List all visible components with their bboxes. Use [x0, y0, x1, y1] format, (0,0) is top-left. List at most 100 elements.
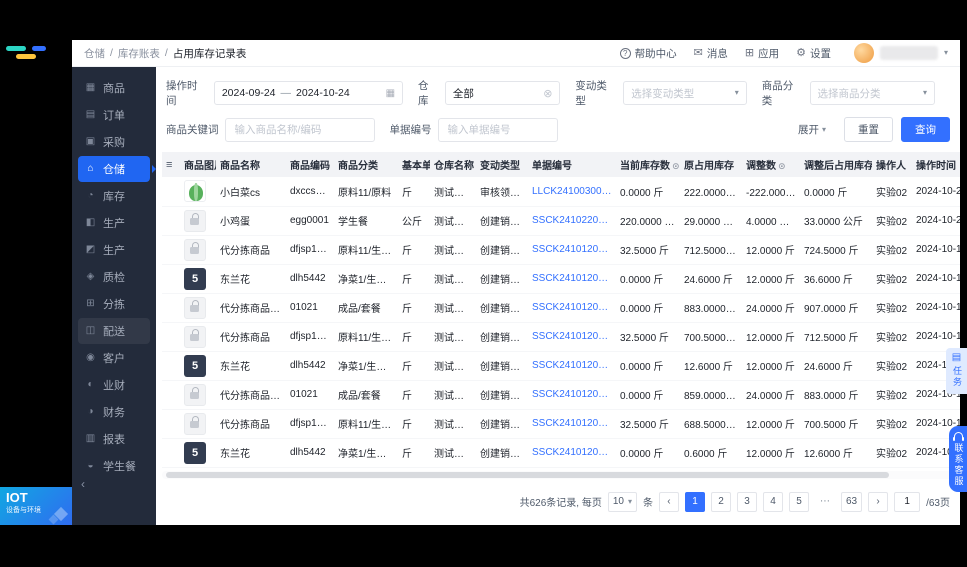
cell-change-type: 创建销售出库	[476, 264, 528, 294]
cell-adjust-qty: -222.0000 斤	[742, 177, 800, 207]
sidebar-item-purchase[interactable]: ▣ 采购	[78, 129, 150, 155]
column-header: 操作人	[872, 152, 912, 177]
cell-doc-no[interactable]: SSCK24101200002	[528, 409, 616, 439]
row-select-cell	[162, 235, 180, 265]
page-button[interactable]: 1	[684, 491, 705, 512]
page-button[interactable]: 3	[736, 491, 757, 512]
cell-after-occupied: 712.5000 斤	[800, 322, 872, 352]
iot-logo: IOT 设备与环境	[0, 487, 72, 525]
doc-no-input[interactable]	[445, 122, 550, 137]
iot-title: IOT	[6, 490, 28, 505]
task-panel-tab[interactable]: ▤ 任务	[946, 348, 967, 394]
date-to-value[interactable]: 2024-10-24	[296, 87, 350, 99]
cell-doc-no[interactable]: SSCK24101200003	[528, 322, 616, 352]
keyword-input[interactable]	[232, 122, 367, 137]
sidebar-collapse-icon[interactable]: ‹	[81, 477, 85, 491]
task-tab-label: 任务	[952, 366, 962, 388]
cell-unit: 公斤	[398, 206, 430, 236]
warehouse-select[interactable]: 全部 ⊗	[444, 81, 561, 105]
doc-no-input-box	[437, 117, 558, 142]
product-image-cell	[180, 206, 216, 236]
page-size-select[interactable]: 10 ▾	[607, 491, 637, 512]
expand-toggle[interactable]: 展开 ▾	[798, 122, 826, 137]
cell-operator: 实验02	[872, 235, 912, 265]
cell-doc-no[interactable]: SSCK24101200002	[528, 380, 616, 410]
breadcrumb-item[interactable]: 库存账表	[118, 46, 160, 61]
scrollbar-thumb[interactable]	[166, 471, 889, 478]
date-from-value[interactable]: 2024-09-24	[222, 87, 276, 99]
clear-icon[interactable]: ⊗	[543, 87, 552, 100]
cell-category: 净菜1/生鲜shu菜类...	[334, 264, 398, 294]
sidebar-item-sorting[interactable]: ⊞ 分拣	[78, 291, 150, 317]
sidebar-item-reports[interactable]: ▥ 报表	[78, 426, 150, 452]
table-row: 代分拣商品-单位换算01021成品/套餐斤测试仓库5创建销售出库SSCK2410…	[162, 380, 960, 410]
sidebar-item-inventory[interactable]: ◔ 库存	[78, 183, 150, 209]
inventory-icon: ◔	[87, 190, 94, 201]
page-button[interactable]: 4	[762, 491, 783, 512]
page-button[interactable]: 2	[710, 491, 731, 512]
sidebar-item-finance[interactable]: ◑ 财务	[78, 399, 150, 425]
change-type-select[interactable]: 选择变动类型 ▾	[623, 81, 747, 105]
next-page-button[interactable]: ›	[868, 491, 889, 512]
prev-page-button[interactable]: ‹	[658, 491, 679, 512]
sidebar-item-production-alt[interactable]: ◩ 生产	[78, 237, 150, 263]
sidebar-item-goods[interactable]: ▦ 商品	[78, 75, 150, 101]
cell-change-type: 创建销售出库	[476, 293, 528, 323]
help-center-button[interactable]: ? 帮助中心	[619, 46, 677, 61]
sidebar-item-customers[interactable]: ◉ 客户	[78, 345, 150, 371]
product-image-number: 5	[184, 354, 206, 377]
reset-button[interactable]: 重置	[844, 117, 893, 142]
filter-icon[interactable]: ⊙	[672, 161, 680, 171]
cell-doc-no[interactable]: SSCK24101200004	[528, 235, 616, 265]
page-button[interactable]: 63	[840, 491, 863, 512]
column-header-label: 商品图片	[184, 161, 216, 172]
cell-name: 代分拣商品-单位换算	[216, 293, 286, 323]
search-button[interactable]: 查询	[901, 117, 950, 142]
cell-op-time: 2024-10-2	[912, 177, 960, 207]
cell-warehouse: 测试仓库5	[430, 235, 476, 265]
sidebar-item-orders[interactable]: ▤ 订单	[78, 102, 150, 128]
logo-dash-yellow	[16, 54, 36, 59]
cell-doc-no[interactable]: SSCK24101200001	[528, 438, 616, 468]
cell-orig-occupied: 688.5000 斤	[680, 409, 742, 439]
column-settings-icon[interactable]: ≡	[166, 159, 172, 171]
cell-orig-occupied: 12.6000 斤	[680, 351, 742, 381]
sidebar-item-quality[interactable]: ◈ 质检	[78, 264, 150, 290]
date-range-picker[interactable]: 2024-09-24 — 2024-10-24 ▦	[213, 81, 404, 105]
settings-button[interactable]: ⚙ 设置	[796, 46, 831, 61]
operate-time-label: 操作时间	[166, 80, 198, 107]
contact-support-button[interactable]: 联系客服	[949, 426, 967, 492]
category-select[interactable]: 选择商品分类 ▾	[809, 81, 935, 105]
keyword-filter: 商品关键词	[166, 117, 375, 142]
apps-button[interactable]: ⊞ 应用	[745, 46, 779, 61]
cell-operator: 实验02	[872, 322, 912, 352]
sidebar-item-biz-finance[interactable]: ◐ 业财	[78, 372, 150, 398]
table-row: 代分拣商品dfjsp1607原料11/生鲜类斤测试仓库5创建销售出库SSCK24…	[162, 235, 960, 265]
sidebar-menu: ▦ 商品 ▤ 订单 ▣ 采购 ⌂ 仓储 ◔ 库存 ◧ 生产 ◩ 生产 ◈ 质检 ⊞ 分拣 ◫ 配送 ◉ 客户 ◐ 业财 ◑ 财务 ▥…	[72, 67, 156, 479]
sidebar-item-production[interactable]: ◧ 生产	[78, 210, 150, 236]
cell-doc-no[interactable]: SSCK24101200002	[528, 351, 616, 381]
cell-operator: 实验02	[872, 293, 912, 323]
sidebar-item-delivery[interactable]: ◫ 配送	[78, 318, 150, 344]
doc-no-filter: 单据编号	[390, 117, 558, 142]
chevron-down-icon: ▾	[627, 496, 632, 506]
sidebar-item-label: 生产	[103, 245, 125, 257]
cell-code: dlh5442	[286, 264, 334, 294]
message-icon: ✉	[693, 46, 703, 59]
cell-operator: 实验02	[872, 409, 912, 439]
cell-doc-no[interactable]: LLCK24100300001	[528, 177, 616, 207]
messages-button[interactable]: ✉ 消息	[694, 46, 728, 61]
page-button[interactable]: 5	[788, 491, 809, 512]
sidebar-item-warehouse[interactable]: ⌂ 仓储	[78, 156, 156, 182]
breadcrumb-item[interactable]: 仓储	[84, 46, 105, 61]
cell-doc-no[interactable]: SSCK24101200003	[528, 293, 616, 323]
filter-icon[interactable]: ⊙	[778, 161, 786, 171]
cell-adjust-qty: 12.0000 斤	[742, 264, 800, 294]
sidebar-item-student-meal[interactable]: ◒ 学生餐	[78, 453, 150, 479]
user-menu[interactable]: ▾	[853, 43, 948, 63]
cell-doc-no[interactable]: SSCK24101200003	[528, 264, 616, 294]
product-image-vegetable	[184, 180, 206, 203]
cell-orig-occupied: 859.0000 斤	[680, 380, 742, 410]
page-jump-input[interactable]	[894, 491, 921, 512]
cell-doc-no[interactable]: SSCK24102200001	[528, 206, 616, 236]
